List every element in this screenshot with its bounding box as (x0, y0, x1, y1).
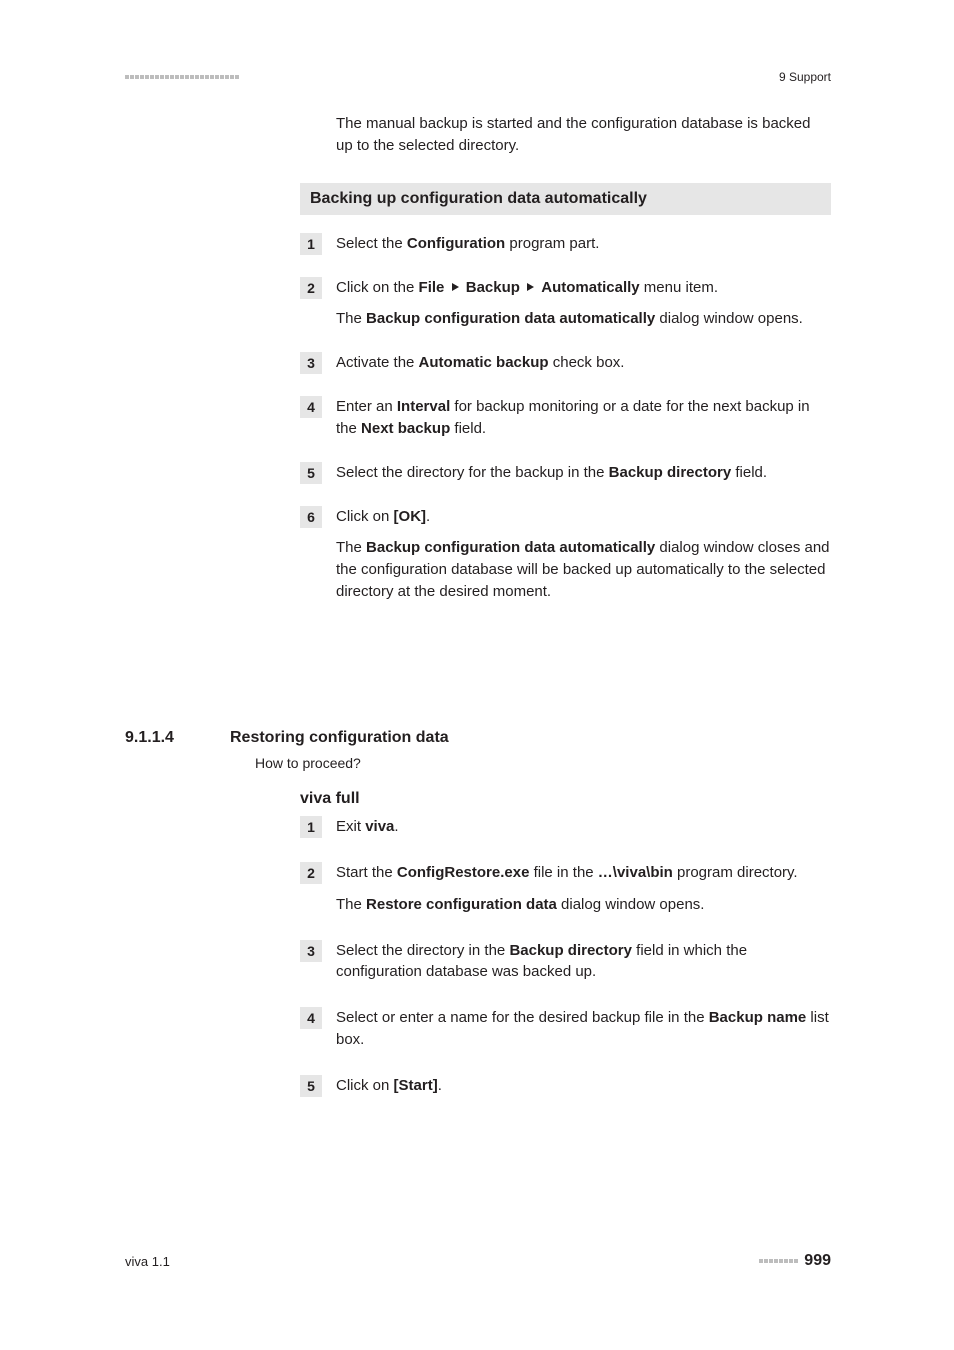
step-text: Enter an (336, 398, 397, 415)
procedure-step: 4 Select or enter a name for the desired… (300, 1007, 831, 1051)
step-body: Enter an Interval for backup monitoring … (336, 396, 831, 440)
step-text: The (336, 896, 366, 913)
step-text: Activate the (336, 354, 419, 371)
step-body: Select the directory for the backup in t… (336, 462, 831, 484)
step-text: menu item. (640, 279, 718, 296)
footer-product: viva 1.1 (125, 1254, 170, 1269)
step-text: file in the (529, 864, 597, 881)
procedure-step: 1 Exit viva. (300, 816, 831, 838)
step-text-bold: File (419, 279, 445, 296)
step-number: 5 (300, 462, 322, 484)
step-text-bold: Configuration (407, 235, 505, 252)
header-chapter: 9 Support (779, 70, 831, 84)
step-body: Click on [Start]. (336, 1075, 831, 1097)
subsection-title: Restoring configuration data (230, 729, 449, 747)
page-header: 9 Support (125, 70, 831, 84)
step-number: 5 (300, 1075, 322, 1097)
step-text-bold: viva (365, 818, 394, 835)
step-text-bold: Backup directory (509, 942, 632, 959)
triangle-icon (452, 283, 459, 291)
procedure-step: 5 Select the directory for the backup in… (300, 462, 831, 484)
footer-ornament (759, 1259, 798, 1263)
header-ornament (125, 75, 239, 79)
procedure-step: 6 Click on [OK]. The Backup configuratio… (300, 506, 831, 603)
step-text: Click on (336, 1077, 394, 1094)
step-text-bold: Automatically (541, 279, 639, 296)
step-text: Select the (336, 235, 407, 252)
step-number: 2 (300, 862, 322, 884)
step-text: . (394, 818, 398, 835)
triangle-icon (527, 283, 534, 291)
step-body: Exit viva. (336, 816, 831, 838)
step-text-bold: Backup configuration data automatically (366, 539, 655, 556)
step-body: Select the Configuration program part. (336, 233, 831, 255)
step-text-bold: Automatic backup (419, 354, 549, 371)
step-text: Select the directory for the backup in t… (336, 464, 609, 481)
step-text: Click on the (336, 279, 419, 296)
howto-label: How to proceed? (255, 755, 361, 771)
step-text: field. (450, 420, 486, 437)
step-text-bold: Backup directory (609, 464, 732, 481)
intro-paragraph: The manual backup is started and the con… (336, 113, 831, 157)
procedure-step: 3 Select the directory in the Backup dir… (300, 940, 831, 984)
procedure-step: 5 Click on [Start]. (300, 1075, 831, 1097)
step-number: 1 (300, 233, 322, 255)
step-text: dialog window opens. (655, 310, 803, 327)
step-text-bold: Backup name (709, 1009, 807, 1026)
footer-right: 999 (759, 1252, 831, 1270)
step-text: check box. (549, 354, 625, 371)
step-body: Start the ConfigRestore.exe file in the … (336, 862, 831, 916)
step-text: field. (731, 464, 767, 481)
step-number: 2 (300, 277, 322, 299)
section-heading-bar: Backing up configuration data automatica… (300, 183, 831, 215)
step-text: Click on (336, 508, 394, 525)
step-text: The (336, 539, 366, 556)
step-number: 4 (300, 396, 322, 418)
step-text: program directory. (673, 864, 798, 881)
step-text: The (336, 310, 366, 327)
procedure-step: 2 Start the ConfigRestore.exe file in th… (300, 862, 831, 916)
step-number: 4 (300, 1007, 322, 1029)
step-text: Select or enter a name for the desired b… (336, 1009, 709, 1026)
step-text: dialog window opens. (557, 896, 705, 913)
page-footer: viva 1.1 999 (125, 1252, 831, 1270)
step-text-bold: Restore configuration data (366, 896, 557, 913)
step-number: 6 (300, 506, 322, 528)
step-body: Select or enter a name for the desired b… (336, 1007, 831, 1051)
step-text-bold: Next backup (361, 420, 450, 437)
step-body: Click on the File Backup Automatically m… (336, 277, 831, 331)
step-text-bold: Interval (397, 398, 450, 415)
procedure-step: 2 Click on the File Backup Automatically… (300, 277, 831, 331)
subsection-heading: 9.1.1.4 Restoring configuration data (125, 729, 831, 747)
step-text-bold: [OK] (394, 508, 427, 525)
procedure-step: 4 Enter an Interval for backup monitorin… (300, 396, 831, 440)
step-text: Start the (336, 864, 397, 881)
step-text-bold: Backup (466, 279, 520, 296)
step-number: 3 (300, 940, 322, 962)
step-text: program part. (505, 235, 599, 252)
step-text: . (438, 1077, 442, 1094)
step-body: Click on [OK]. The Backup configuration … (336, 506, 831, 603)
step-body: Activate the Automatic backup check box. (336, 352, 831, 374)
step-text-bold: ConfigRestore.exe (397, 864, 530, 881)
step-text-bold: [Start] (394, 1077, 438, 1094)
step-text: Select the directory in the (336, 942, 509, 959)
step-text-bold: Backup configuration data automatically (366, 310, 655, 327)
step-text: Exit (336, 818, 365, 835)
procedure-step: 1 Select the Configuration program part. (300, 233, 831, 255)
page-number: 999 (804, 1252, 831, 1270)
procedure-step: 3 Activate the Automatic backup check bo… (300, 352, 831, 374)
variant-heading: viva full (300, 790, 360, 808)
step-number: 3 (300, 352, 322, 374)
step-text-bold: …\viva\bin (598, 864, 673, 881)
subsection-number: 9.1.1.4 (125, 729, 230, 747)
step-number: 1 (300, 816, 322, 838)
step-text: . (426, 508, 430, 525)
step-body: Select the directory in the Backup direc… (336, 940, 831, 984)
